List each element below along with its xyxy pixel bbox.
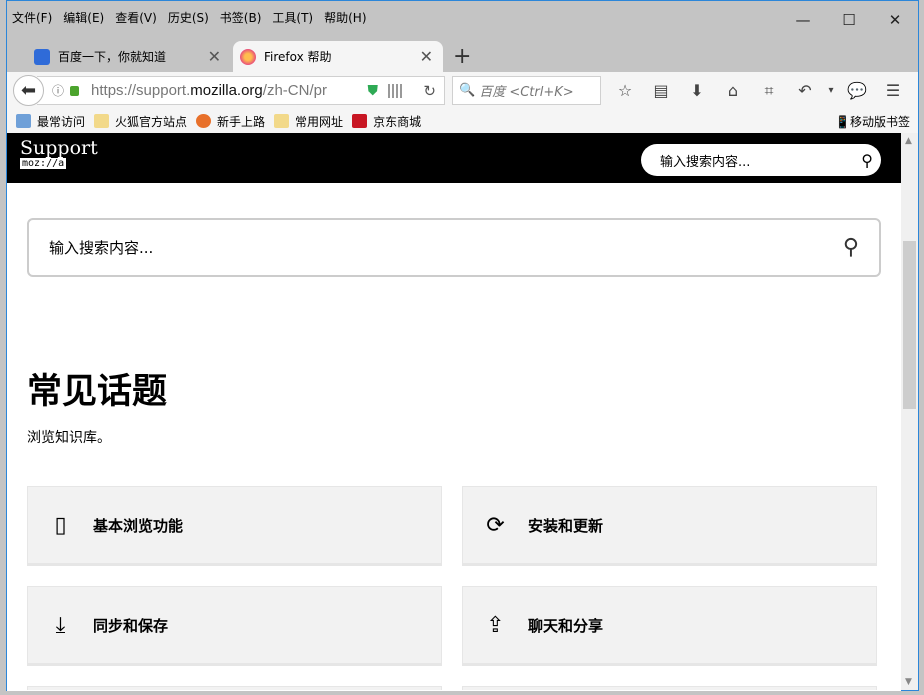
header-search-input[interactable]: 输入搜索内容... ⚲ bbox=[641, 144, 881, 176]
tab-baidu[interactable]: 百度一下，你就知道 ✕ bbox=[27, 41, 231, 72]
topic-card-basic-browsing[interactable]: ▯ 基本浏览功能 bbox=[27, 486, 442, 566]
undo-icon[interactable]: ↶ bbox=[787, 81, 823, 100]
support-logo[interactable]: Support moz://a bbox=[20, 137, 98, 169]
search-icon[interactable]: ⚲ bbox=[843, 235, 859, 260]
dropdown-icon[interactable]: ▾ bbox=[823, 85, 839, 96]
firefox-favicon-icon bbox=[240, 48, 256, 65]
search-icon[interactable]: ⚲ bbox=[861, 151, 873, 170]
bookmark-common-sites[interactable]: 常用网址 bbox=[274, 113, 343, 130]
url-bar[interactable]: ⓘ https://support.mozilla.org/zh-CN/pr ⛊… bbox=[37, 76, 445, 105]
nav-bar: ⓘ https://support.mozilla.org/zh-CN/pr ⛊… bbox=[7, 72, 918, 109]
search-engine-icon[interactable]: 🔍 bbox=[459, 83, 475, 98]
browser-window: 文件(F) 编辑(E) 查看(V) 历史(S) 书签(B) 工具(T) 帮助(H… bbox=[6, 0, 919, 691]
topic-card[interactable] bbox=[27, 686, 442, 690]
sync-icon: ⟳ bbox=[486, 512, 505, 538]
bookmark-jd[interactable]: 京东商城 bbox=[352, 113, 421, 130]
firefox-icon bbox=[196, 114, 212, 128]
tab-title: Firefox 帮助 bbox=[264, 50, 332, 64]
url-text[interactable]: https://support.mozilla.org/zh-CN/pr bbox=[91, 82, 327, 99]
bookmarks-toolbar: 最常访问 火狐官方站点 新手上路 常用网址 京东商城 📱移动版书签 bbox=[7, 109, 918, 133]
menu-file[interactable]: 文件(F) bbox=[12, 9, 52, 26]
search-placeholder: 百度 <Ctrl+K> bbox=[479, 85, 574, 100]
bookmark-star-icon[interactable]: ☆ bbox=[607, 81, 643, 100]
new-tab-button[interactable]: + bbox=[453, 44, 471, 69]
site-header: Support moz://a 输入搜索内容... ⚲ bbox=[7, 133, 901, 183]
minimize-button[interactable]: — bbox=[780, 5, 826, 35]
folder-icon bbox=[94, 114, 110, 128]
back-button[interactable]: ⬅ bbox=[13, 75, 44, 106]
topic-card-chat-share[interactable]: ⇪ 聊天和分享 bbox=[462, 586, 877, 666]
folder-icon bbox=[274, 114, 290, 128]
menu-edit[interactable]: 编辑(E) bbox=[63, 9, 104, 26]
home-icon[interactable]: ⌂ bbox=[715, 81, 751, 100]
cloud-download-icon: ⤓ bbox=[55, 612, 66, 638]
bookmark-icon bbox=[16, 114, 31, 128]
menu-hamburger-icon[interactable]: ☰ bbox=[875, 81, 911, 100]
menu-view[interactable]: 查看(V) bbox=[115, 9, 157, 26]
menu-history[interactable]: 历史(S) bbox=[168, 9, 209, 26]
qr-code-icon[interactable] bbox=[388, 83, 402, 98]
main-search-input[interactable]: 输入搜索内容... ⚲ bbox=[27, 218, 881, 277]
lock-icon[interactable] bbox=[70, 85, 80, 96]
menu-bar: 文件(F) 编辑(E) 查看(V) 历史(S) 书签(B) 工具(T) 帮助(H… bbox=[7, 1, 378, 33]
maximize-button[interactable]: ☐ bbox=[826, 5, 872, 35]
vertical-scrollbar[interactable]: ▲ ▼ bbox=[901, 133, 918, 690]
page-content: Support moz://a 输入搜索内容... ⚲ 输入搜索内容... ⚲ 常见话… bbox=[7, 133, 901, 691]
page-title: 常见话题 bbox=[27, 372, 168, 412]
search-input[interactable]: 🔍 百度 <Ctrl+K> bbox=[452, 76, 601, 105]
close-window-button[interactable]: ✕ bbox=[872, 5, 918, 35]
download-icon[interactable]: ⬇ bbox=[679, 81, 715, 100]
page-subtitle: 浏览知识库。 bbox=[27, 430, 111, 446]
topic-card-sync-save[interactable]: ⤓ 同步和保存 bbox=[27, 586, 442, 666]
reload-icon[interactable]: ↻ bbox=[423, 82, 436, 100]
scroll-down-icon[interactable]: ▼ bbox=[905, 677, 912, 687]
scrollbar-thumb[interactable] bbox=[903, 241, 916, 409]
bookmark-getting-started[interactable]: 新手上路 bbox=[196, 113, 265, 130]
close-tab-icon[interactable]: ✕ bbox=[420, 47, 433, 66]
book-icon: ▯ bbox=[54, 512, 67, 538]
jd-icon bbox=[352, 114, 368, 128]
topic-card-install-update[interactable]: ⟳ 安装和更新 bbox=[462, 486, 877, 566]
close-tab-icon[interactable]: ✕ bbox=[208, 47, 221, 66]
baidu-favicon-icon bbox=[34, 48, 50, 65]
info-icon[interactable]: ⓘ bbox=[52, 82, 64, 99]
bookmark-most-visited[interactable]: 最常访问 bbox=[16, 113, 85, 130]
mobile-bookmarks[interactable]: 📱移动版书签 bbox=[835, 113, 910, 130]
chat-icon[interactable]: 💬 bbox=[839, 81, 875, 100]
tab-firefox-help[interactable]: Firefox 帮助 ✕ bbox=[233, 41, 443, 72]
scroll-up-icon[interactable]: ▲ bbox=[905, 136, 912, 146]
tab-title: 百度一下，你就知道 bbox=[58, 50, 167, 64]
menu-tools[interactable]: 工具(T) bbox=[272, 9, 313, 26]
menu-help[interactable]: 帮助(H) bbox=[324, 9, 366, 26]
topic-card[interactable] bbox=[462, 686, 877, 690]
reading-list-icon[interactable]: ▤ bbox=[643, 81, 679, 100]
menu-bookmarks[interactable]: 书签(B) bbox=[220, 9, 262, 26]
shield-icon[interactable]: ⛊ bbox=[368, 83, 379, 99]
share-upload-icon: ⇪ bbox=[486, 612, 505, 638]
crop-screenshot-icon[interactable]: ⌗ bbox=[751, 81, 787, 101]
bookmark-firefox-site[interactable]: 火狐官方站点 bbox=[94, 113, 187, 130]
